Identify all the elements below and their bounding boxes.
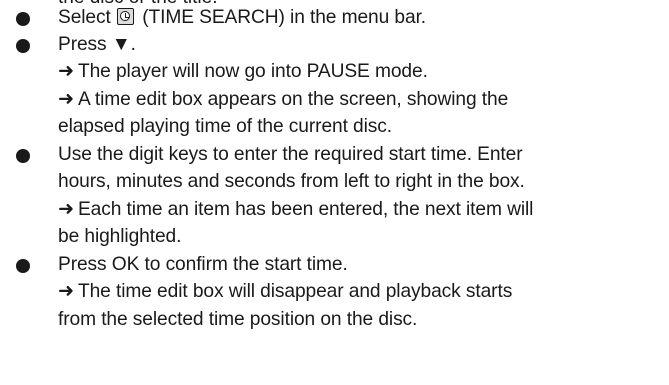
- bullet-icon: [16, 12, 30, 26]
- step-line: Use the digit keys to enter the required…: [58, 144, 523, 165]
- arrow-right-icon: ➜: [58, 198, 74, 220]
- step-line: Press ▼.: [58, 34, 136, 55]
- result-text: The time edit box will disappear and pla…: [77, 281, 513, 303]
- result-text: A time edit box appears on the screen, s…: [77, 88, 509, 110]
- clock-icon: [116, 8, 134, 25]
- result-line-continued: be highlighted.: [58, 225, 182, 247]
- result-line: ➜ The time edit box will disappear and pl…: [58, 278, 665, 305]
- result-line-continued: from the selected time position on the d…: [58, 308, 418, 330]
- step-line: Select (TIME SEARCH) in the menu bar.: [58, 4, 665, 31]
- manual-page: the disc or the title. Select (TIME SEAR…: [0, 0, 669, 385]
- arrow-right-icon: ➜: [58, 61, 74, 83]
- step-line: Press OK to confirm the start time.: [58, 254, 348, 275]
- step-line: hours, minutes and seconds from left to …: [58, 171, 525, 193]
- bullet-icon: [16, 259, 30, 273]
- step-text: Use the digit keys to enter the required…: [58, 141, 665, 250]
- bullet-icon: [16, 39, 30, 53]
- result-line: ➜ Each time an item has been entered, the…: [58, 196, 665, 223]
- result-line: ➜ A time edit box appears on the screen, …: [58, 86, 665, 113]
- result-line-continued: elapsed playing time of the current disc…: [58, 115, 392, 137]
- result-text: The player will now go into PAUSE mode.: [77, 61, 428, 83]
- select-label: Select: [58, 7, 116, 28]
- result-text: Each time an item has been entered, the …: [77, 198, 534, 220]
- time-search-label: (TIME SEARCH) in the menu bar.: [136, 7, 427, 28]
- arrow-right-icon: ➜: [58, 281, 74, 303]
- bullet-icon: [16, 149, 30, 163]
- step-text: Press OK to confirm the start time. ➜ The…: [58, 251, 665, 333]
- result-line: ➜ The player will now go into PAUSE mode.: [58, 58, 665, 85]
- arrow-right-icon: ➜: [58, 88, 74, 110]
- step-text: Press ▼. ➜ The player will now go into PA…: [58, 31, 665, 140]
- step-text: Select (TIME SEARCH) in the menu bar.: [58, 4, 665, 31]
